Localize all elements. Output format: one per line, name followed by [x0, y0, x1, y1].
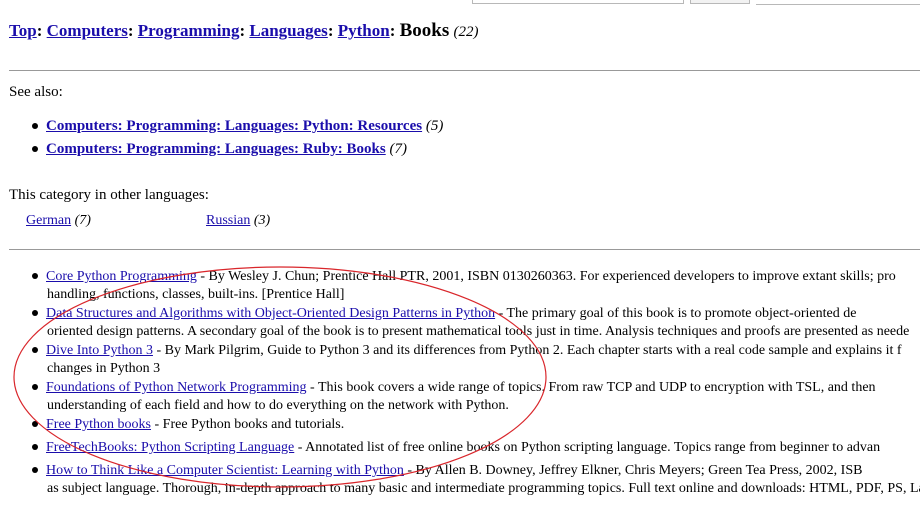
bullet-icon — [32, 443, 38, 450]
see-also-label: See also: — [9, 84, 63, 100]
book-description: - Annotated list of free online books on… — [294, 440, 881, 455]
book-list: Core Python Programming - By Wesley J. C… — [32, 268, 920, 499]
book-description: - This book covers a wide range of topic… — [306, 380, 876, 395]
breadcrumb-separator: : — [389, 21, 400, 40]
list-item: Computers: Programming: Languages: Pytho… — [32, 118, 443, 141]
bullet-icon — [32, 272, 38, 279]
item-count: (5) — [425, 118, 444, 134]
item-count: (7) — [74, 213, 91, 228]
bullet-icon — [32, 346, 38, 353]
page-title-count: (22) — [453, 24, 479, 40]
book-description: - By Mark Pilgrim, Guide to Python 3 and… — [152, 343, 902, 358]
search-input[interactable] — [472, 0, 684, 4]
see-also-link[interactable]: Computers: Programming: Languages: Ruby:… — [46, 141, 386, 157]
book-description-continued: handling, functions, classes, built-ins.… — [47, 287, 345, 302]
list-item: Dive Into Python 3 - By Mark Pilgrim, Gu… — [32, 342, 920, 379]
breadcrumb-link-programming[interactable]: Programming — [138, 21, 240, 40]
top-search-area — [0, 0, 920, 8]
bullet-icon — [32, 420, 38, 427]
book-description-continued: oriented design patterns. A secondary go… — [47, 324, 910, 339]
breadcrumb-separator: : — [327, 21, 338, 40]
language-item-german: German (7) — [26, 213, 91, 229]
list-item: Data Structures and Algorithms with Obje… — [32, 305, 920, 342]
book-link[interactable]: Free Python books — [46, 417, 151, 432]
book-description: - Free Python books and tutorials. — [151, 417, 345, 432]
breadcrumb-separator: : — [36, 21, 47, 40]
bullet-icon — [32, 383, 38, 390]
language-item-russian: Russian (3) — [206, 213, 270, 229]
breadcrumb: Top: Computers: Programming: Languages: … — [9, 20, 479, 42]
book-link[interactable]: Core Python Programming — [46, 269, 197, 284]
list-item: Computers: Programming: Languages: Ruby:… — [32, 141, 443, 164]
search-button[interactable] — [690, 0, 750, 4]
page-title: Books — [399, 20, 450, 41]
book-link[interactable]: Foundations of Python Network Programmin… — [46, 380, 307, 395]
language-link[interactable]: German — [26, 213, 71, 228]
book-link[interactable]: Dive Into Python 3 — [46, 343, 153, 358]
other-languages-label: This category in other languages: — [9, 187, 209, 203]
breadcrumb-separator: : — [127, 21, 138, 40]
topbar-divider — [756, 0, 920, 5]
book-description: - The primary goal of this book is to pr… — [495, 306, 857, 321]
list-item: Foundations of Python Network Programmin… — [32, 379, 920, 416]
item-count: (7) — [389, 141, 407, 157]
book-description-continued: understanding of each field and how to d… — [47, 398, 509, 413]
list-item: FreeTechBooks: Python Scripting Language… — [32, 439, 920, 457]
breadcrumb-link-languages[interactable]: Languages — [249, 21, 327, 40]
breadcrumb-link-computers[interactable]: Computers — [47, 21, 128, 40]
book-description: - By Wesley J. Chun; Prentice Hall PTR, … — [196, 269, 896, 284]
see-also-link[interactable]: Computers: Programming: Languages: Pytho… — [46, 118, 422, 134]
book-description-continued: as subject language. Thorough, in-depth … — [47, 481, 920, 496]
list-item: How to Think Like a Computer Scientist: … — [32, 462, 920, 499]
list-item: Free Python books - Free Python books an… — [32, 416, 920, 434]
bullet-icon — [32, 466, 38, 473]
breadcrumb-separator: : — [239, 21, 250, 40]
see-also-list: Computers: Programming: Languages: Pytho… — [32, 118, 443, 164]
language-link[interactable]: Russian — [206, 213, 250, 228]
breadcrumb-link-top[interactable]: Top — [9, 21, 37, 40]
bullet-icon — [32, 145, 38, 152]
bullet-icon — [32, 309, 38, 316]
item-count: (3) — [253, 213, 271, 228]
book-link[interactable]: Data Structures and Algorithms with Obje… — [46, 306, 495, 321]
book-link[interactable]: FreeTechBooks: Python Scripting Language — [46, 440, 294, 455]
breadcrumb-link-python[interactable]: Python — [338, 21, 390, 40]
book-description: - By Allen B. Downey, Jeffrey Elkner, Ch… — [403, 463, 863, 478]
divider — [9, 70, 920, 71]
bullet-icon — [32, 122, 38, 129]
book-link[interactable]: How to Think Like a Computer Scientist: … — [46, 463, 404, 478]
list-item: Core Python Programming - By Wesley J. C… — [32, 268, 920, 305]
divider — [9, 249, 920, 250]
book-description-continued: changes in Python 3 — [47, 361, 161, 376]
